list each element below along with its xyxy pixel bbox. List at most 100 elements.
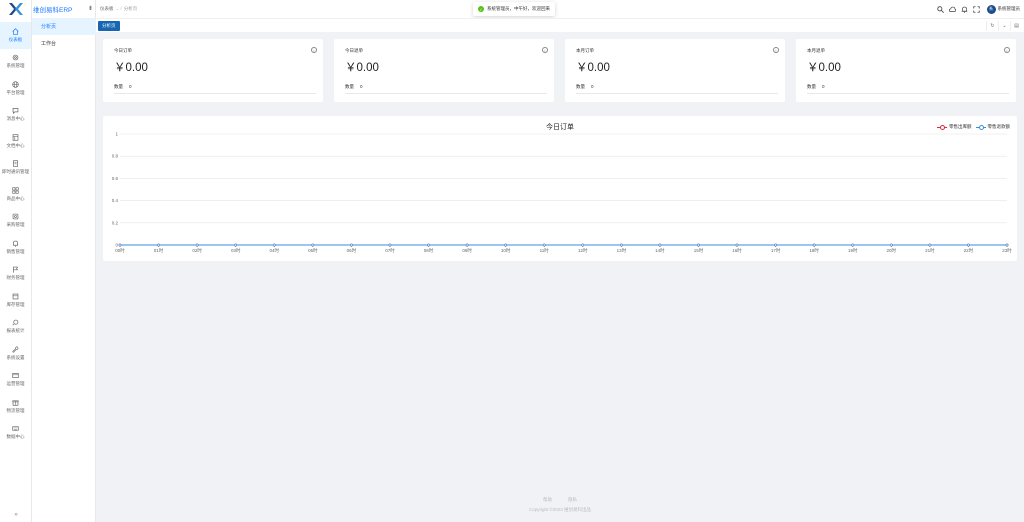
sidebar-item-label: 系统设置 bbox=[6, 354, 25, 360]
sidebar-item-label: 运营管理 bbox=[6, 381, 25, 387]
card-value: ￥0.00 bbox=[807, 62, 841, 74]
chart-card: 今日订单 零售出库额 零售退款额 0 0.2 0.4 0.6 0.8 1 00时 01时 02时 0… bbox=[103, 116, 1017, 261]
sidebar-item-label: 文档中心 bbox=[6, 142, 25, 148]
y-tick-label: 0.6 bbox=[112, 176, 119, 181]
app-root: 仪表板 系统管理 平台管理 消息中心 文档中心 即时通讯管理 商品中心 采购管理 销售管理 财务管… bbox=[0, 0, 1024, 522]
keyboard-icon bbox=[12, 425, 19, 432]
sidebar-item-5[interactable]: 即时通讯管理 bbox=[0, 155, 31, 182]
data-point bbox=[889, 243, 893, 247]
card-count-label: 数量 bbox=[114, 84, 123, 89]
x-tick-label: 19时 bbox=[848, 247, 858, 253]
info-icon[interactable]: i bbox=[1004, 47, 1010, 53]
data-point bbox=[311, 243, 315, 247]
sidebar-item-14[interactable]: 物流管理 bbox=[0, 393, 31, 420]
submenu-item-1[interactable]: 工作台 bbox=[32, 35, 96, 52]
info-icon[interactable]: i bbox=[311, 47, 317, 53]
user-name[interactable]: 系统管理员 bbox=[998, 6, 1021, 12]
info-icon[interactable]: i bbox=[773, 47, 779, 53]
sidebar-item-1[interactable]: 系统管理 bbox=[0, 49, 31, 76]
submenu-item-0[interactable]: 分析页 bbox=[32, 18, 96, 35]
x-tick-label: 18时 bbox=[809, 247, 819, 253]
sidebar-item-label: 库存管理 bbox=[6, 301, 25, 307]
stat-card: 本月订单 i ￥0.00 数量 0 bbox=[565, 39, 785, 102]
card-title: 本月退单 bbox=[807, 48, 825, 53]
breadcrumb-root[interactable]: 仪表板 bbox=[100, 6, 114, 11]
x-tick-label: 13时 bbox=[617, 247, 627, 253]
sidebar-item-12[interactable]: 系统设置 bbox=[0, 340, 31, 367]
x-tick-label: 20时 bbox=[887, 247, 897, 253]
data-point bbox=[735, 243, 739, 247]
logo-icon[interactable] bbox=[0, 0, 31, 18]
collapse-sidebar-icon[interactable]: » bbox=[0, 512, 32, 518]
welcome-toast: ✓ 系统管理员，中午好，欢迎回来 bbox=[473, 2, 555, 16]
card-icon bbox=[12, 372, 19, 379]
sidebar-item-label: 消息中心 bbox=[6, 116, 25, 122]
data-point bbox=[349, 243, 353, 247]
cart-icon bbox=[12, 213, 19, 220]
footer-links: 帮助 隐私 bbox=[96, 497, 1024, 503]
card-divider bbox=[114, 93, 316, 94]
card-title: 今日退单 bbox=[345, 48, 363, 53]
x-tick-label: 23时 bbox=[1002, 247, 1012, 253]
data-point bbox=[542, 243, 546, 247]
y-tick-label: 1 bbox=[115, 132, 118, 137]
home-icon bbox=[12, 27, 19, 35]
x-tick-label: 16时 bbox=[732, 247, 742, 253]
sidebar-menu: 仪表板 系统管理平台管理消息中心文档中心即时通讯管理 商品中心采购管理销售管理财务管… bbox=[0, 22, 31, 446]
sidebar-item-4[interactable]: 文档中心 bbox=[0, 128, 31, 155]
stat-card: 今日订单 i ￥0.00 数量 0 bbox=[103, 39, 323, 102]
card-value: ￥0.00 bbox=[114, 62, 148, 74]
card-count-label: 数量 bbox=[576, 84, 585, 89]
refresh-icon[interactable]: ↻ bbox=[986, 21, 998, 31]
sidebar-item-label: 物流管理 bbox=[6, 407, 25, 413]
sidebar-item-0[interactable]: 仪表板 bbox=[0, 22, 31, 49]
footer-link[interactable]: 帮助 bbox=[543, 497, 552, 502]
fullscreen-icon[interactable] bbox=[971, 3, 983, 15]
tab-analysis[interactable]: 分析页 bbox=[98, 21, 120, 31]
data-point bbox=[504, 243, 508, 247]
data-point bbox=[658, 243, 662, 247]
globe-icon bbox=[12, 81, 19, 88]
sidebar-item-label: 销售管理 bbox=[6, 248, 25, 254]
x-tick-label: 08时 bbox=[424, 247, 434, 253]
sidebar-item-13[interactable]: 运营管理 bbox=[0, 367, 31, 394]
data-point bbox=[697, 243, 700, 247]
sidebar-item-3[interactable]: 消息中心 bbox=[0, 102, 31, 129]
card-divider bbox=[807, 93, 1009, 94]
check-circle-icon: ✓ bbox=[478, 6, 484, 12]
x-tick-label: 07时 bbox=[385, 247, 395, 253]
x-tick-label: 00时 bbox=[115, 247, 125, 253]
card-count-value: 0 bbox=[129, 84, 132, 89]
sidebar-item-11[interactable]: 报表统计 bbox=[0, 314, 31, 341]
toast-message: 系统管理员，中午好，欢迎回来 bbox=[487, 6, 550, 11]
card-value: ￥0.00 bbox=[345, 62, 379, 74]
footer-link[interactable]: 隐私 bbox=[568, 497, 577, 502]
sidebar-item-label: 即时通讯管理 bbox=[2, 169, 29, 175]
info-icon[interactable]: i bbox=[542, 47, 548, 53]
menu-fold-icon[interactable]: ⇟ bbox=[88, 5, 93, 12]
card-count-value: 0 bbox=[360, 84, 363, 89]
bell-icon[interactable] bbox=[959, 3, 971, 15]
chevron-down-icon[interactable]: ⌄ bbox=[998, 21, 1010, 31]
data-point bbox=[427, 243, 430, 247]
avatar[interactable]: 系 bbox=[986, 4, 996, 14]
data-point bbox=[234, 243, 238, 247]
cloud-icon[interactable] bbox=[947, 3, 959, 15]
sidebar-item-7[interactable]: 采购管理 bbox=[0, 208, 31, 235]
layout-icon[interactable]: ▤ bbox=[1010, 21, 1022, 31]
sidebar-item-10[interactable]: 库存管理 bbox=[0, 287, 31, 314]
sidebar-item-8[interactable]: 销售管理 bbox=[0, 234, 31, 261]
sidebar-item-9[interactable]: 财务管理 bbox=[0, 261, 31, 288]
sidebar-item-2[interactable]: 平台管理 bbox=[0, 75, 31, 102]
y-tick-label: 0.4 bbox=[112, 198, 119, 203]
sidebar-item-label: 平台管理 bbox=[6, 89, 25, 95]
sidebar-item-6[interactable]: 商品中心 bbox=[0, 181, 31, 208]
submenu-panel: 维创易科ERP 分析页 工作台 bbox=[32, 0, 96, 522]
x-tick-label: 11时 bbox=[540, 247, 550, 253]
sidebar-item-15[interactable]: 数据中心 bbox=[0, 420, 31, 447]
x-tick-label: 17时 bbox=[771, 247, 781, 253]
card-count: 数量 0 bbox=[807, 84, 825, 90]
search-icon[interactable] bbox=[935, 3, 947, 15]
x-tick-label: 14时 bbox=[655, 247, 665, 253]
sidebar-item-label: 商品中心 bbox=[6, 195, 25, 201]
